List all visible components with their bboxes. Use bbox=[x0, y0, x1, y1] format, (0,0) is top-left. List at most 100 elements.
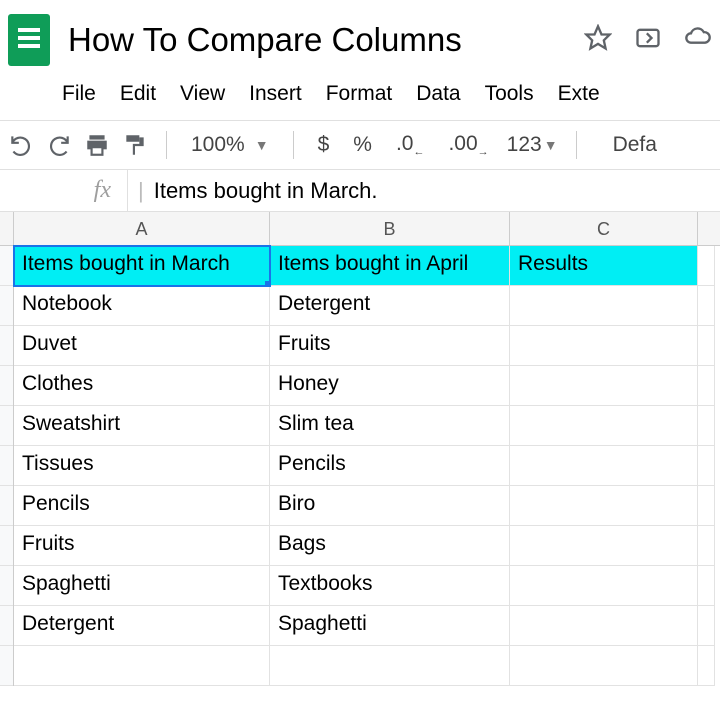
decrease-decimal-button[interactable]: .0← bbox=[390, 132, 431, 158]
column-header-a[interactable]: A bbox=[14, 212, 270, 245]
menu-extensions[interactable]: Exte bbox=[558, 82, 600, 106]
row-header[interactable] bbox=[0, 606, 13, 646]
table-row: Duvet Fruits bbox=[14, 326, 720, 366]
cell[interactable] bbox=[698, 326, 715, 366]
row-header[interactable] bbox=[0, 646, 13, 686]
cell[interactable]: Textbooks bbox=[270, 566, 510, 606]
menu-insert[interactable]: Insert bbox=[249, 82, 302, 106]
cell[interactable]: Fruits bbox=[270, 326, 510, 366]
select-all-corner[interactable] bbox=[0, 212, 13, 246]
cell[interactable] bbox=[698, 446, 715, 486]
decrease-decimal-label: .0 bbox=[396, 132, 414, 155]
font-dropdown[interactable]: Defa bbox=[595, 133, 663, 157]
cell[interactable] bbox=[698, 566, 715, 606]
cell[interactable] bbox=[510, 286, 698, 326]
row-header[interactable] bbox=[0, 566, 13, 606]
fx-separator: | bbox=[128, 178, 154, 204]
formula-input[interactable]: Items bought in March. bbox=[154, 178, 378, 204]
zoom-dropdown[interactable]: 100% ▼ bbox=[185, 133, 275, 157]
table-row: Detergent Spaghetti bbox=[14, 606, 720, 646]
cell[interactable] bbox=[698, 286, 715, 326]
menu-tools[interactable]: Tools bbox=[485, 82, 534, 106]
cell-a1[interactable]: Items bought in March bbox=[14, 246, 270, 286]
separator bbox=[576, 131, 577, 159]
print-button[interactable] bbox=[84, 132, 110, 158]
cell[interactable]: Detergent bbox=[14, 606, 270, 646]
sheets-logo bbox=[8, 14, 50, 66]
chevron-down-icon: ▼ bbox=[544, 137, 558, 153]
row-header[interactable] bbox=[0, 486, 13, 526]
undo-button[interactable] bbox=[8, 132, 34, 158]
formula-bar: fx | Items bought in March. bbox=[0, 170, 720, 212]
format-percent-button[interactable]: % bbox=[347, 133, 378, 157]
cell[interactable] bbox=[698, 406, 715, 446]
cell[interactable]: Fruits bbox=[14, 526, 270, 566]
cell[interactable] bbox=[510, 366, 698, 406]
star-icon[interactable] bbox=[584, 24, 612, 57]
row-header[interactable] bbox=[0, 366, 13, 406]
menu-edit[interactable]: Edit bbox=[120, 82, 156, 106]
column-header-next[interactable] bbox=[698, 212, 708, 245]
cell[interactable] bbox=[510, 566, 698, 606]
row-header[interactable] bbox=[0, 326, 13, 366]
cell[interactable] bbox=[698, 646, 715, 686]
move-icon[interactable] bbox=[634, 24, 662, 57]
spreadsheet: A B C Items bought in March Items bought… bbox=[0, 212, 720, 686]
cell[interactable] bbox=[270, 646, 510, 686]
cell[interactable]: Spaghetti bbox=[270, 606, 510, 646]
format-currency-button[interactable]: $ bbox=[312, 133, 336, 157]
row-header[interactable] bbox=[0, 286, 13, 326]
cell[interactable] bbox=[14, 646, 270, 686]
cell[interactable] bbox=[510, 646, 698, 686]
table-row: Pencils Biro bbox=[14, 486, 720, 526]
cell[interactable]: Bags bbox=[270, 526, 510, 566]
cell[interactable]: Sweatshirt bbox=[14, 406, 270, 446]
menu-format[interactable]: Format bbox=[326, 82, 393, 106]
redo-button[interactable] bbox=[46, 132, 72, 158]
cell[interactable]: Biro bbox=[270, 486, 510, 526]
cell[interactable]: Slim tea bbox=[270, 406, 510, 446]
row-header[interactable] bbox=[0, 406, 13, 446]
cell[interactable] bbox=[510, 326, 698, 366]
cell[interactable] bbox=[698, 606, 715, 646]
cell[interactable] bbox=[510, 446, 698, 486]
increase-decimal-button[interactable]: .00→ bbox=[442, 132, 494, 158]
cell[interactable]: Detergent bbox=[270, 286, 510, 326]
menu-data[interactable]: Data bbox=[416, 82, 460, 106]
document-title[interactable]: How To Compare Columns bbox=[68, 21, 566, 59]
cell[interactable] bbox=[510, 606, 698, 646]
cloud-icon[interactable] bbox=[684, 24, 712, 57]
cell[interactable]: Spaghetti bbox=[14, 566, 270, 606]
cell[interactable]: Duvet bbox=[14, 326, 270, 366]
cell[interactable] bbox=[698, 486, 715, 526]
row-header[interactable] bbox=[0, 246, 13, 286]
paint-format-button[interactable] bbox=[122, 132, 148, 158]
cell-b1[interactable]: Items bought in April bbox=[270, 246, 510, 286]
name-box[interactable]: fx bbox=[0, 170, 128, 211]
toolbar: 100% ▼ $ % .0← .00→ 123 ▼ Defa bbox=[0, 121, 720, 169]
increase-decimal-label: .00 bbox=[448, 132, 477, 155]
table-row: Tissues Pencils bbox=[14, 446, 720, 486]
table-row: Items bought in March Items bought in Ap… bbox=[14, 246, 720, 286]
cell[interactable] bbox=[510, 486, 698, 526]
cell[interactable]: Clothes bbox=[14, 366, 270, 406]
column-header-b[interactable]: B bbox=[270, 212, 510, 245]
row-header[interactable] bbox=[0, 446, 13, 486]
cell-c1[interactable]: Results bbox=[510, 246, 698, 286]
separator bbox=[293, 131, 294, 159]
cell[interactable]: Pencils bbox=[270, 446, 510, 486]
cell[interactable] bbox=[510, 406, 698, 446]
column-header-c[interactable]: C bbox=[510, 212, 698, 245]
cell[interactable]: Notebook bbox=[14, 286, 270, 326]
menu-view[interactable]: View bbox=[180, 82, 225, 106]
cell[interactable]: Honey bbox=[270, 366, 510, 406]
menu-file[interactable]: File bbox=[62, 82, 96, 106]
cell[interactable] bbox=[510, 526, 698, 566]
cell[interactable] bbox=[698, 246, 715, 286]
row-header[interactable] bbox=[0, 526, 13, 566]
cell[interactable]: Tissues bbox=[14, 446, 270, 486]
more-formats-dropdown[interactable]: 123 ▼ bbox=[507, 133, 558, 157]
cell[interactable] bbox=[698, 366, 715, 406]
cell[interactable]: Pencils bbox=[14, 486, 270, 526]
cell[interactable] bbox=[698, 526, 715, 566]
